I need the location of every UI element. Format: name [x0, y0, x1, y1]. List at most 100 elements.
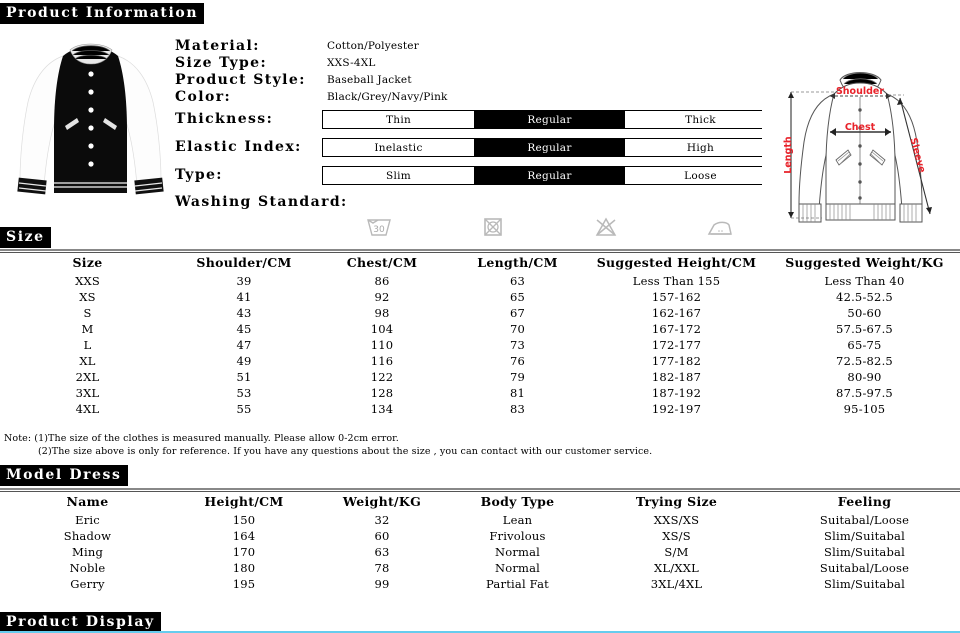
cell-model-height: 180	[232, 561, 256, 575]
do-not-tumble-dry-icon	[436, 212, 550, 242]
cell-shoulder: 41	[236, 290, 252, 304]
spec-value-size-type: XXS-4XL	[327, 57, 376, 69]
spec-label-color: Color:	[175, 89, 232, 105]
elastic-option-regular[interactable]: Regular	[474, 139, 625, 156]
cell-height: 187-192	[651, 386, 702, 400]
thickness-option-bar[interactable]: Thin Regular Thick	[322, 110, 777, 129]
model-header-feeling: Feeling	[769, 491, 960, 512]
cell-model-height: 195	[232, 577, 256, 591]
section-banner-product-display: Product Display	[0, 612, 161, 633]
thickness-option-regular[interactable]: Regular	[474, 111, 625, 128]
cell-model-name: Gerry	[70, 577, 105, 591]
size-table: Size Shoulder/CM Chest/CM Length/CM Sugg…	[0, 252, 960, 417]
cell-chest: 86	[374, 274, 390, 288]
cell-model-weight: 99	[374, 577, 390, 591]
cell-model-feeling: Suitabal/Loose	[819, 561, 910, 575]
model-header-name: Name	[0, 491, 175, 512]
cell-model-name: Eric	[75, 513, 100, 527]
cell-shoulder: 39	[236, 274, 252, 288]
cell-size: S	[83, 306, 92, 320]
spec-label-thickness: Thickness:	[175, 111, 274, 127]
cell-length: 83	[509, 402, 526, 416]
table-row: 2XL 51 122 79 182-187 80-90	[0, 369, 960, 385]
cell-model-name: Noble	[69, 561, 106, 575]
spec-value-material: Cotton/Polyester	[327, 40, 419, 52]
cell-model-weight: 78	[374, 561, 390, 575]
cell-size: 4XL	[75, 402, 100, 416]
spec-label-material: Material:	[175, 38, 260, 54]
cell-model-feeling: Suitabal/Loose	[819, 513, 910, 527]
type-option-slim[interactable]: Slim	[323, 167, 474, 184]
size-note: Note: (1)The size of the clothes is meas…	[4, 432, 652, 458]
size-header-chest: Chest/CM	[313, 252, 451, 273]
cell-height: 167-172	[651, 322, 702, 336]
thickness-option-thick[interactable]: Thick	[625, 111, 776, 128]
type-option-loose[interactable]: Loose	[625, 167, 776, 184]
cell-model-weight: 60	[374, 529, 390, 543]
cell-shoulder: 51	[236, 370, 252, 384]
cell-weight: 65-75	[847, 338, 882, 352]
cell-model-body-type: Normal	[494, 561, 541, 575]
spec-label-elastic-index: Elastic Index:	[175, 139, 302, 155]
table-row: XXS 39 86 63 Less Than 155 Less Than 40	[0, 273, 960, 289]
table-row: Noble 180 78 Normal XL/XXL Suitabal/Loos…	[0, 560, 960, 576]
cell-chest: 92	[374, 290, 390, 304]
type-option-bar[interactable]: Slim Regular Loose	[322, 166, 777, 185]
section-banner-size: Size	[0, 227, 51, 249]
cell-model-trying-size: XL/XXL	[654, 561, 699, 575]
section-banner-model-dress: Model Dress	[0, 465, 128, 487]
cell-length: 81	[509, 386, 526, 400]
size-note-line-1: Note: (1)The size of the clothes is meas…	[4, 433, 399, 444]
cell-chest: 128	[370, 386, 394, 400]
cell-shoulder: 45	[236, 322, 252, 336]
cell-size: XXS	[75, 274, 100, 288]
size-header-shoulder: Shoulder/CM	[175, 252, 313, 273]
cell-length: 76	[509, 354, 526, 368]
thickness-option-thin[interactable]: Thin	[323, 111, 474, 128]
cell-chest: 98	[374, 306, 390, 320]
size-header-suggested-height: Suggested Height/CM	[584, 252, 769, 273]
svg-text:30: 30	[373, 225, 385, 235]
model-header-trying-size: Trying Size	[584, 491, 769, 512]
spec-label-product-style: Product Style:	[175, 72, 306, 88]
cell-size: 3XL	[75, 386, 100, 400]
elastic-index-option-bar[interactable]: Inelastic Regular High	[322, 138, 777, 157]
cell-model-weight: 63	[374, 545, 390, 559]
spec-value-color: Black/Grey/Navy/Pink	[327, 91, 448, 103]
cell-weight: 80-90	[847, 370, 882, 384]
cell-weight: 72.5-82.5	[836, 354, 893, 368]
cell-length: 63	[509, 274, 526, 288]
diagram-label-shoulder: Shoulder	[836, 86, 884, 97]
cell-shoulder: 49	[236, 354, 252, 368]
cell-height: 182-187	[651, 370, 702, 384]
cell-model-trying-size: S/M	[664, 545, 689, 559]
size-table-header-row: Size Shoulder/CM Chest/CM Length/CM Sugg…	[0, 252, 960, 273]
type-option-regular[interactable]: Regular	[474, 167, 625, 184]
cell-model-feeling: Slim/Suitabal	[824, 577, 905, 591]
cell-model-height: 164	[232, 529, 256, 543]
table-row: XL 49 116 76 177-182 72.5-82.5	[0, 353, 960, 369]
cell-length: 79	[509, 370, 526, 384]
cell-chest: 122	[370, 370, 394, 384]
size-header-suggested-weight: Suggested Weight/KG	[769, 252, 960, 273]
cell-height: Less Than 155	[632, 274, 721, 288]
wash-30-degrees-icon: 30	[322, 212, 436, 242]
cell-height: 172-177	[651, 338, 702, 352]
elastic-option-high[interactable]: High	[625, 139, 776, 156]
cell-height: 192-197	[651, 402, 702, 416]
cell-size: XS	[79, 290, 96, 304]
model-dress-table: Name Height/CM Weight/KG Body Type Tryin…	[0, 491, 960, 592]
product-information-section: Material: Cotton/Polyester Size Type: XX…	[0, 26, 960, 248]
cell-shoulder: 55	[236, 402, 252, 416]
cell-chest: 116	[370, 354, 394, 368]
table-row: Ming 170 63 Normal S/M Slim/Suitabal	[0, 544, 960, 560]
diagram-label-length: Length	[783, 136, 794, 174]
elastic-option-inelastic[interactable]: Inelastic	[323, 139, 474, 156]
model-header-height: Height/CM	[175, 491, 313, 512]
table-row: 4XL 55 134 83 192-197 95-105	[0, 401, 960, 417]
spec-value-product-style: Baseball Jacket	[327, 74, 412, 86]
cell-shoulder: 53	[236, 386, 252, 400]
product-photo-baseball-jacket	[8, 30, 173, 222]
cell-chest: 104	[370, 322, 394, 336]
cell-weight: 95-105	[843, 402, 886, 416]
